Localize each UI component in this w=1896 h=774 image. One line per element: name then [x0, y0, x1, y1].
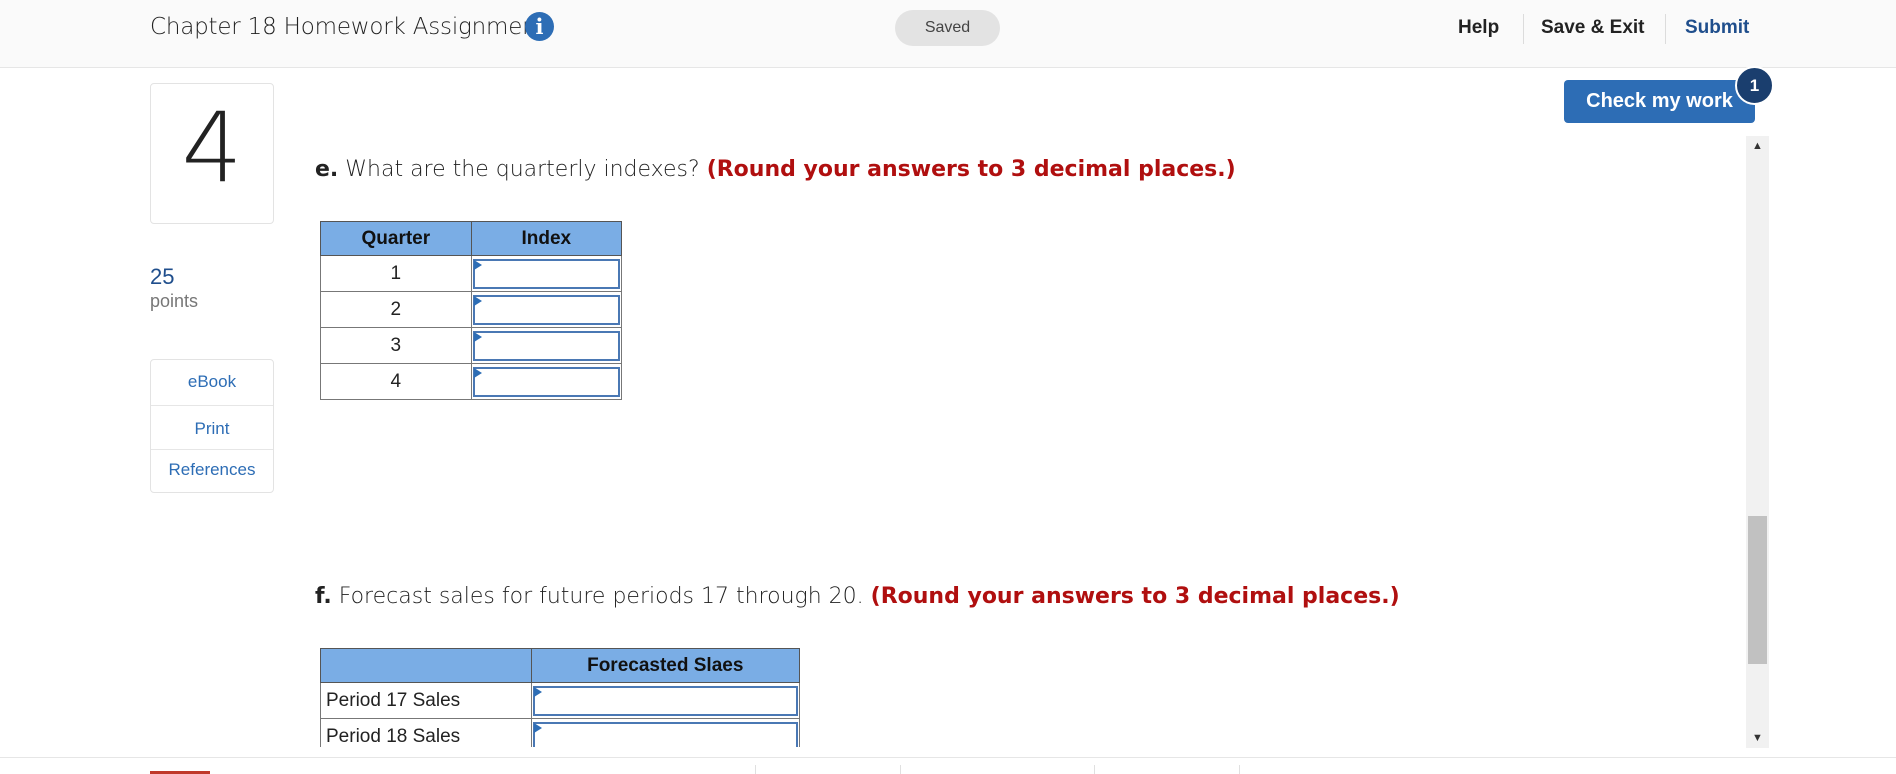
period-label-cell: Period 17 Sales: [320, 682, 532, 719]
nav-divider: [1523, 14, 1524, 44]
triangle-up-icon[interactable]: ▲: [1746, 136, 1769, 156]
table-row: Period 17 Sales: [320, 682, 801, 719]
forecast-column-header: Forecasted Slaes: [530, 648, 801, 683]
forecast-input-cell: [530, 682, 801, 719]
check-attempts-badge: 1: [1735, 66, 1774, 105]
table-row: 3: [320, 327, 623, 364]
footer-tick: [755, 765, 756, 774]
index-input-cell: [470, 291, 623, 328]
index-input[interactable]: [472, 258, 620, 289]
quarter-cell: 4: [320, 363, 472, 400]
period-column-header: [320, 648, 532, 683]
ebook-link[interactable]: eBook: [151, 372, 273, 392]
quarter-cell: 3: [320, 327, 472, 364]
index-input[interactable]: [472, 294, 620, 325]
index-input[interactable]: [472, 330, 620, 361]
question-number: 4: [181, 92, 243, 204]
question-number-box: 4: [150, 83, 274, 224]
check-my-work-button[interactable]: Check my work: [1564, 80, 1755, 123]
help-link[interactable]: Help: [1458, 17, 1499, 39]
forecast-table-viewport: Forecasted Slaes Period 17 Sales Period …: [320, 648, 802, 747]
forecast-table: Forecasted Slaes Period 17 Sales Period …: [320, 648, 801, 747]
link-divider: [151, 405, 273, 406]
top-bar: Chapter 18 Homework Assignment i Saved H…: [0, 0, 1896, 68]
nav-divider: [1665, 14, 1666, 44]
part-e-prompt: e. What are the quarterly indexes? (Roun…: [315, 157, 1236, 182]
save-exit-link[interactable]: Save & Exit: [1541, 17, 1645, 39]
points-value: 25: [150, 264, 175, 289]
footer-tick: [900, 765, 901, 774]
index-input[interactable]: [472, 366, 620, 397]
info-icon[interactable]: i: [525, 12, 554, 41]
submit-link[interactable]: Submit: [1685, 17, 1749, 39]
scrollbar-thumb[interactable]: [1748, 516, 1767, 664]
index-input-cell: [470, 255, 623, 292]
period-label-cell: Period 18 Sales: [320, 718, 532, 747]
table-row: 2: [320, 291, 623, 328]
part-f-letter: f.: [315, 584, 332, 609]
vertical-scrollbar[interactable]: ▲ ▼: [1746, 136, 1769, 748]
forecast-input[interactable]: [532, 721, 798, 747]
points-label: points: [150, 291, 199, 311]
part-f-instruction: (Round your answers to 3 decimal places.…: [870, 584, 1400, 609]
index-input-cell: [470, 363, 623, 400]
assignment-title: Chapter 18 Homework Assignment: [150, 14, 546, 40]
triangle-down-icon[interactable]: ▼: [1746, 728, 1769, 748]
table-row: 4: [320, 363, 623, 400]
part-e-letter: e.: [315, 157, 339, 182]
print-link[interactable]: Print: [151, 419, 273, 439]
references-link[interactable]: References: [151, 460, 273, 480]
part-e-instruction: (Round your answers to 3 decimal places.…: [706, 157, 1236, 182]
table-row: 1: [320, 255, 623, 292]
footer-tick: [1239, 765, 1240, 774]
quarter-cell: 1: [320, 255, 472, 292]
index-column-header: Index: [470, 221, 623, 256]
part-f-prompt: f. Forecast sales for future periods 17 …: [315, 584, 1400, 609]
part-e-text: What are the quarterly indexes?: [338, 157, 707, 182]
footer-divider: [0, 757, 1896, 758]
forecast-input[interactable]: [532, 685, 798, 716]
saved-status-badge: Saved: [895, 10, 1000, 46]
index-input-cell: [470, 327, 623, 364]
quarterly-index-table: Quarter Index 1 2 3 4: [320, 221, 623, 400]
part-f-text: Forecast sales for future periods 17 thr…: [331, 584, 871, 609]
quarter-column-header: Quarter: [320, 221, 472, 256]
forecast-input-cell: [530, 718, 801, 747]
footer-tick: [1094, 765, 1095, 774]
resource-links: eBook Print References: [150, 359, 274, 493]
link-divider: [151, 449, 273, 450]
table-row: Period 18 Sales: [320, 718, 801, 747]
quarter-cell: 2: [320, 291, 472, 328]
